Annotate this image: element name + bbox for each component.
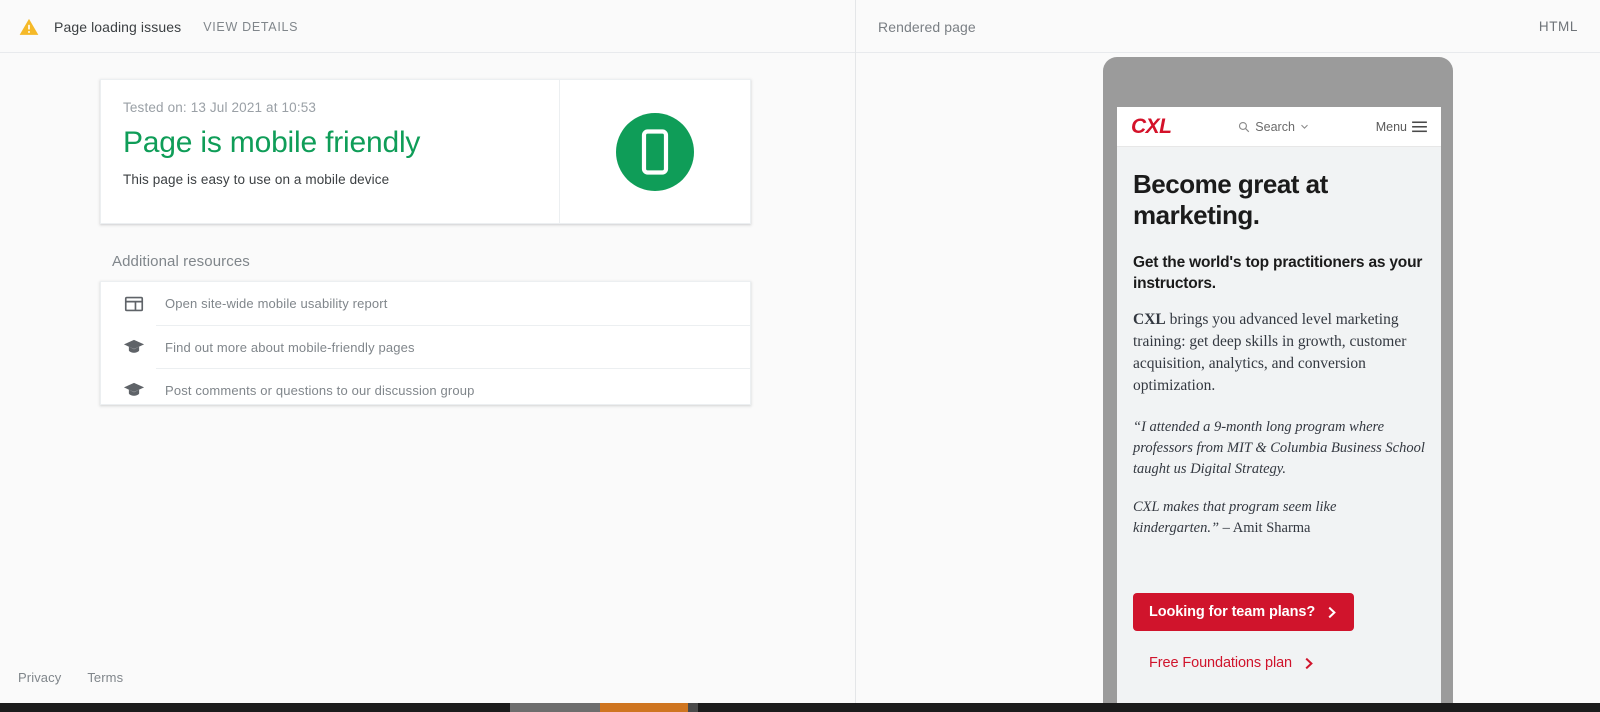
additional-resources-card: Open site-wide mobile usability report F… (100, 281, 751, 405)
resource-label: Post comments or questions to our discus… (165, 382, 475, 398)
preview-site-header: CXL Search Menu (1117, 107, 1441, 147)
preview-site-body: Become great at marketing. Get the world… (1117, 147, 1441, 539)
preview-body-text: brings you advanced level marketing trai… (1133, 311, 1407, 395)
rendered-page-label: Rendered page (878, 18, 976, 35)
bottom-taskbar-strip (0, 703, 1600, 712)
preview-search-label: Search (1255, 119, 1295, 134)
cxl-logo[interactable]: CXL (1131, 115, 1172, 139)
preview-menu-control[interactable]: Menu (1376, 120, 1427, 134)
graduation-cap-icon (123, 339, 145, 353)
preview-search-control[interactable]: Search (1238, 120, 1309, 134)
view-details-button[interactable]: VIEW DETAILS (203, 20, 298, 34)
privacy-link[interactable]: Privacy (18, 670, 61, 685)
chevron-right-icon (1328, 606, 1336, 618)
terms-link[interactable]: Terms (87, 670, 123, 685)
preview-cta-area: Looking for team plans? Free Foundations… (1117, 593, 1441, 682)
result-card: Tested on: 13 Jul 2021 at 10:53 Page is … (100, 79, 751, 224)
tested-on-timestamp: Tested on: 13 Jul 2021 at 10:53 (123, 100, 317, 115)
verdict-heading: Page is mobile friendly (123, 126, 421, 159)
search-icon (1239, 121, 1250, 132)
warning-triangle-icon (19, 18, 39, 35)
free-foundations-label: Free Foundations plan (1149, 655, 1292, 672)
left-panel: Tested on: 13 Jul 2021 at 10:53 Page is … (0, 53, 855, 712)
mobile-friendly-icon (616, 112, 694, 191)
resource-row-usability-report[interactable]: Open site-wide mobile usability report (101, 282, 750, 325)
preview-testimonial-author: Amit Sharma (1229, 520, 1311, 537)
verdict-subtext: This page is easy to use on a mobile dev… (123, 172, 390, 187)
resource-row-mobile-friendly-info[interactable]: Find out more about mobile-friendly page… (101, 325, 750, 368)
free-foundations-plan-button[interactable]: Free Foundations plan (1133, 644, 1331, 682)
resource-label: Open site-wide mobile usability report (165, 296, 388, 311)
graduation-cap-icon (123, 382, 145, 396)
team-plans-label: Looking for team plans? (1149, 604, 1316, 621)
team-plans-button[interactable]: Looking for team plans? (1133, 593, 1355, 632)
hamburger-menu-icon (1412, 120, 1427, 132)
phone-frame: CXL Search Menu Become great at marketin… (1103, 57, 1453, 712)
resource-row-discussion-group[interactable]: Post comments or questions to our discus… (101, 368, 750, 411)
preview-body-lead: CXL (1133, 311, 1166, 329)
preview-hero-subheading: Get the world's top practitioners as you… (1133, 254, 1423, 292)
taskbar-segment (510, 703, 600, 712)
right-panel: CXL Search Menu Become great at marketin… (856, 53, 1600, 712)
resource-row-text-wrap: Open site-wide mobile usability report (156, 282, 750, 325)
preview-menu-label: Menu (1375, 119, 1407, 134)
top-bar: Page loading issues VIEW DETAILS Rendere… (0, 0, 1600, 53)
top-bar-right: Rendered page HTML (856, 0, 1600, 53)
page-root: Page loading issues VIEW DETAILS Rendere… (0, 0, 1600, 712)
chevron-down-icon (1301, 124, 1308, 129)
preview-hero-heading: Become great at marketing. (1133, 169, 1328, 231)
resource-row-text-wrap: Post comments or questions to our discus… (156, 368, 750, 411)
resource-label: Find out more about mobile-friendly page… (165, 339, 415, 355)
result-card-icon-cell (560, 80, 750, 223)
taskbar-active-segment (600, 703, 688, 712)
footer-links: Privacy Terms (18, 670, 123, 685)
result-card-main: Tested on: 13 Jul 2021 at 10:53 Page is … (101, 80, 560, 223)
html-tab[interactable]: HTML (1539, 19, 1578, 34)
phone-screen: CXL Search Menu Become great at marketin… (1117, 107, 1441, 712)
preview-testimonial-part-1: “I attended a 9-month long program where… (1133, 419, 1425, 478)
preview-testimonial-part-2: CXL makes that program seem like kinderg… (1133, 497, 1425, 539)
report-dashboard-icon (124, 296, 144, 311)
taskbar-segment (688, 703, 698, 712)
preview-body-paragraph: CXL brings you advanced level marketing … (1133, 309, 1425, 397)
top-bar-left: Page loading issues VIEW DETAILS (0, 0, 855, 53)
additional-resources-title: Additional resources (112, 253, 250, 270)
page-loading-issues-label: Page loading issues (54, 18, 182, 35)
resource-row-text-wrap: Find out more about mobile-friendly page… (156, 325, 750, 368)
chevron-right-icon (1305, 657, 1313, 669)
